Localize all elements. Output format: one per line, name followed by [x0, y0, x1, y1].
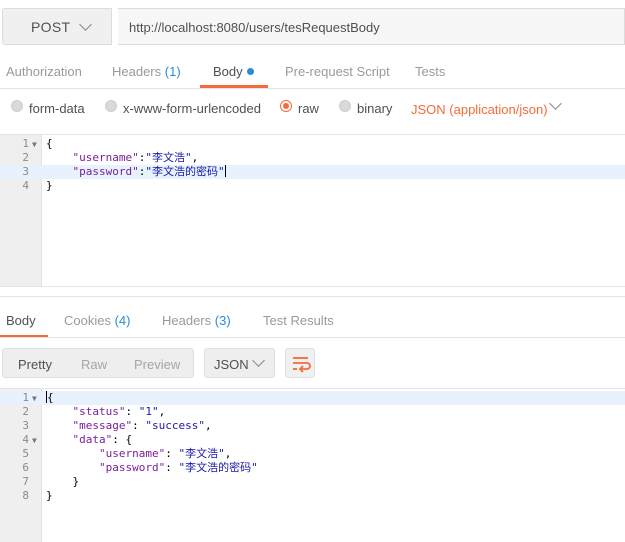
radio-raw[interactable]	[280, 100, 292, 112]
url-input[interactable]: http://localhost:8080/users/tesRequestBo…	[118, 8, 625, 45]
tab-response-headers[interactable]: Headers (3)	[162, 313, 231, 328]
code-line: 7 }	[22, 475, 80, 488]
radio-form-data[interactable]	[11, 100, 23, 112]
code-line: 5 "username": "李文浩",	[22, 447, 232, 460]
headers-count: (1)	[164, 64, 181, 79]
response-body-viewer[interactable]: 1 ▼ { 2 "status": "1", 3 "message": "suc…	[0, 388, 625, 542]
code-line: 3 "message": "success",	[22, 419, 212, 432]
request-url-bar: POST http://localhost:8080/users/tesRequ…	[0, 0, 625, 48]
wrap-lines-button[interactable]	[285, 348, 315, 378]
method-label: POST	[31, 19, 71, 35]
response-tabs: Body Cookies (4) Headers (3) Test Result…	[0, 306, 625, 338]
modified-dot-icon	[246, 68, 254, 75]
tab-headers[interactable]: Headers (1)	[112, 64, 181, 79]
response-headers-count: (3)	[214, 313, 231, 328]
view-mode-group: Pretty Raw Preview	[2, 348, 194, 378]
response-toolbar: Pretty Raw Preview JSON	[0, 348, 625, 380]
radio-label-x-www-form-urlencoded[interactable]: x-www-form-urlencoded	[123, 101, 261, 116]
pretty-button[interactable]: Pretty	[18, 357, 52, 372]
radio-label-raw[interactable]: raw	[298, 101, 319, 116]
raw-format-select[interactable]: JSON (application/json)	[411, 102, 548, 117]
body-type-selector: form-data x-www-form-urlencoded raw bina…	[0, 96, 625, 124]
tab-pre-request-script[interactable]: Pre-request Script	[285, 64, 390, 79]
raw-button[interactable]: Raw	[81, 357, 107, 372]
code-line: 8 }	[22, 489, 53, 502]
divider	[0, 286, 625, 287]
tab-test-results[interactable]: Test Results	[263, 313, 334, 328]
radio-label-form-data[interactable]: form-data	[29, 101, 85, 116]
code-line-active: 1 ▼ {	[0, 391, 625, 405]
preview-button[interactable]: Preview	[134, 357, 180, 372]
radio-binary[interactable]	[339, 100, 351, 112]
tab-response-body[interactable]: Body	[6, 313, 36, 328]
divider	[0, 296, 625, 297]
code-line: 4 }	[22, 179, 53, 192]
radio-label-binary[interactable]: binary	[357, 101, 392, 116]
fold-arrow-icon[interactable]: ▼	[32, 434, 37, 448]
code-line: 2 "status": "1",	[22, 405, 166, 418]
code-line-active: 3 "password":"李文浩的密码"	[0, 165, 625, 179]
tab-cookies[interactable]: Cookies (4)	[64, 313, 130, 328]
wrap-lines-icon	[293, 357, 311, 373]
fold-arrow-icon[interactable]: ▼	[32, 138, 37, 152]
cookies-count: (4)	[114, 313, 131, 328]
chevron-down-icon	[79, 18, 92, 31]
radio-x-www-form-urlencoded[interactable]	[105, 100, 117, 112]
tab-body[interactable]: Body	[213, 64, 254, 79]
fold-arrow-icon[interactable]: ▼	[32, 392, 37, 406]
url-text: http://localhost:8080/users/tesRequestBo…	[129, 20, 380, 35]
text-cursor	[224, 165, 226, 177]
code-line: 2 "username":"李文浩",	[22, 151, 199, 164]
divider	[0, 337, 625, 338]
request-body-editor[interactable]: 1 ▼ { 2 "username":"李文浩", 3 "password":"…	[0, 134, 625, 286]
tab-authorization[interactable]: Authorization	[6, 64, 82, 79]
method-select[interactable]: POST	[2, 8, 112, 45]
code-line: 6 "password": "李文浩的密码"	[22, 461, 258, 474]
response-format-select[interactable]: JSON	[204, 348, 275, 378]
chevron-down-icon	[252, 354, 265, 367]
chevron-down-icon[interactable]	[549, 97, 562, 110]
code-line: 1 ▼ {	[22, 137, 53, 152]
request-tabs: Authorization Headers (1) Body Pre-reque…	[0, 58, 625, 88]
code-line: 4 ▼ "data": {	[22, 433, 133, 448]
divider	[0, 88, 625, 89]
tab-tests[interactable]: Tests	[415, 64, 445, 79]
